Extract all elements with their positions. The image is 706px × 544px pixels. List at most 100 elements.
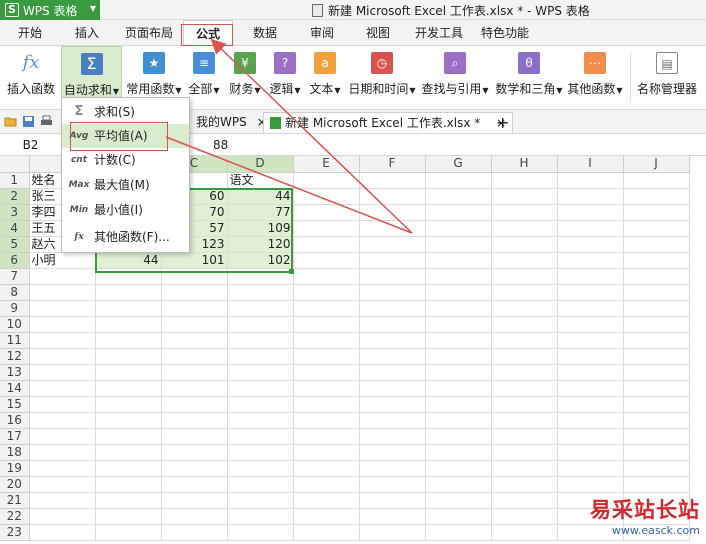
cell[interactable]	[425, 396, 492, 413]
new-tab-button[interactable]: +	[490, 112, 515, 133]
cell[interactable]	[491, 252, 558, 269]
cell[interactable]	[293, 412, 360, 429]
save-icon[interactable]	[22, 115, 35, 128]
cell[interactable]	[29, 284, 96, 301]
cell[interactable]	[491, 396, 558, 413]
tab-data[interactable]: 数据	[253, 20, 277, 46]
cell[interactable]	[293, 252, 360, 269]
cell[interactable]	[29, 364, 96, 381]
cell[interactable]	[227, 396, 294, 413]
column-header-e[interactable]: E	[293, 156, 360, 173]
cell[interactable]	[491, 348, 558, 365]
row-header[interactable]: 20	[0, 476, 30, 493]
cell[interactable]	[227, 428, 294, 445]
cell[interactable]	[491, 300, 558, 317]
cell[interactable]: 小明	[29, 252, 96, 269]
cell[interactable]	[95, 300, 162, 317]
cell[interactable]	[293, 508, 360, 525]
cell[interactable]	[491, 332, 558, 349]
cell[interactable]	[293, 380, 360, 397]
cell[interactable]	[95, 428, 162, 445]
cell[interactable]	[623, 268, 690, 285]
cell[interactable]	[491, 268, 558, 285]
cell[interactable]	[425, 316, 492, 333]
row-header[interactable]: 4	[0, 220, 30, 237]
column-header-d[interactable]: D	[227, 156, 294, 173]
cell[interactable]	[293, 220, 360, 237]
cell[interactable]	[359, 204, 426, 221]
cell[interactable]	[29, 508, 96, 525]
cell[interactable]	[491, 444, 558, 461]
cell[interactable]	[95, 524, 162, 541]
cell[interactable]	[623, 332, 690, 349]
cell[interactable]	[29, 316, 96, 333]
row-header[interactable]: 7	[0, 268, 30, 285]
row-header[interactable]: 17	[0, 428, 30, 445]
cell[interactable]	[293, 348, 360, 365]
cell[interactable]	[293, 172, 360, 189]
cell[interactable]	[623, 252, 690, 269]
row-header[interactable]: 23	[0, 524, 30, 541]
cell[interactable]	[425, 460, 492, 477]
doc-tab-my-wps[interactable]: 我的WPS ×	[190, 112, 273, 133]
column-header-j[interactable]: J	[623, 156, 690, 173]
cell[interactable]	[557, 460, 624, 477]
cell[interactable]	[359, 268, 426, 285]
cell[interactable]	[491, 380, 558, 397]
cell[interactable]	[491, 188, 558, 205]
cell[interactable]	[359, 300, 426, 317]
cell[interactable]	[359, 508, 426, 525]
cell[interactable]	[425, 428, 492, 445]
menu-item-average[interactable]: Avg 平均值(A)	[62, 124, 189, 148]
cell[interactable]	[425, 380, 492, 397]
cell[interactable]	[227, 476, 294, 493]
column-header-i[interactable]: I	[557, 156, 624, 173]
cell[interactable]	[359, 236, 426, 253]
row-header[interactable]: 18	[0, 444, 30, 461]
cell[interactable]	[359, 332, 426, 349]
cell[interactable]: 44	[227, 188, 294, 205]
cell[interactable]	[359, 348, 426, 365]
cell[interactable]	[623, 236, 690, 253]
row-header[interactable]: 16	[0, 412, 30, 429]
cell[interactable]	[359, 252, 426, 269]
row-header[interactable]: 21	[0, 492, 30, 509]
cell[interactable]	[95, 476, 162, 493]
cell[interactable]	[623, 460, 690, 477]
cell[interactable]	[161, 444, 228, 461]
cell[interactable]	[557, 172, 624, 189]
cell[interactable]	[161, 300, 228, 317]
doc-tab-active[interactable]: 新建 Microsoft Excel 工作表.xlsx * ×	[263, 112, 514, 133]
cell[interactable]	[161, 380, 228, 397]
tab-special[interactable]: 特色功能	[481, 20, 529, 46]
cell[interactable]	[95, 380, 162, 397]
cell[interactable]	[359, 220, 426, 237]
cell[interactable]	[29, 444, 96, 461]
cell[interactable]	[623, 172, 690, 189]
select-all-corner[interactable]	[0, 156, 30, 173]
cell[interactable]	[95, 332, 162, 349]
menu-item-more-functions[interactable]: fx 其他函数(F)...	[62, 225, 189, 249]
cell[interactable]	[161, 364, 228, 381]
cell[interactable]	[425, 332, 492, 349]
cell[interactable]	[557, 316, 624, 333]
cell[interactable]	[557, 364, 624, 381]
cell[interactable]	[557, 396, 624, 413]
cell[interactable]: 102	[227, 252, 294, 269]
cell[interactable]	[623, 412, 690, 429]
cell[interactable]	[29, 492, 96, 509]
cell[interactable]: 120	[227, 236, 294, 253]
cell[interactable]	[227, 268, 294, 285]
cell[interactable]	[359, 364, 426, 381]
cell[interactable]	[359, 476, 426, 493]
cell[interactable]	[623, 348, 690, 365]
tab-page-layout[interactable]: 页面布局	[125, 20, 173, 46]
cell[interactable]	[293, 300, 360, 317]
cell[interactable]	[557, 204, 624, 221]
cell[interactable]	[557, 444, 624, 461]
tab-review[interactable]: 审阅	[310, 20, 334, 46]
cell[interactable]	[491, 172, 558, 189]
cell[interactable]	[623, 316, 690, 333]
menu-item-count[interactable]: cnt 计数(C)	[62, 148, 189, 172]
cell[interactable]	[95, 364, 162, 381]
